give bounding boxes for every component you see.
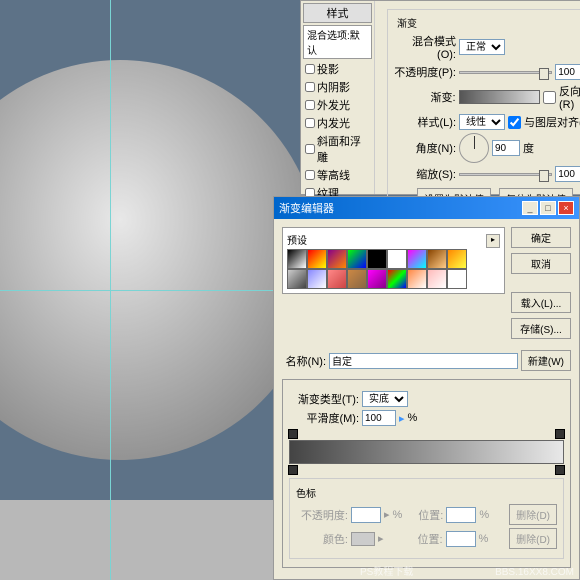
- grad-type-label: 渐变类型(T):: [289, 391, 359, 407]
- name-input[interactable]: [329, 353, 518, 369]
- gradient-label: 渐变:: [394, 89, 456, 105]
- opacity-stop-right[interactable]: [555, 429, 565, 439]
- color-stop-right[interactable]: [555, 465, 565, 475]
- style-item-2[interactable]: 外发光: [303, 96, 372, 114]
- blend-mode-label: 混合模式(O):: [394, 33, 456, 61]
- angle-label: 角度(N):: [394, 140, 456, 156]
- bottom-watermark-url: BBS.16XX8.COM: [495, 567, 574, 578]
- preset-box: 预设 ▸: [282, 227, 505, 294]
- smooth-label: 平滑度(M):: [289, 410, 359, 426]
- style-checkbox[interactable]: [305, 82, 315, 92]
- dialog-title: 渐变编辑器: [279, 200, 334, 216]
- gradient-preview[interactable]: [459, 90, 540, 104]
- opacity-input[interactable]: [555, 64, 580, 80]
- swatch-17[interactable]: [447, 269, 467, 289]
- colorstop-title: 色标: [296, 485, 557, 500]
- opacity-label: 不透明度(P):: [394, 64, 456, 80]
- preset-menu-button[interactable]: ▸: [486, 234, 500, 248]
- swatch-5[interactable]: [387, 249, 407, 269]
- canvas-sphere: [0, 60, 320, 460]
- angle-input[interactable]: [492, 140, 520, 156]
- style-checkbox[interactable]: [305, 100, 315, 110]
- swatch-15[interactable]: [407, 269, 427, 289]
- style-checkbox[interactable]: [305, 118, 315, 128]
- delete-stop-button: 删除(D): [509, 504, 557, 525]
- minimize-button[interactable]: _: [522, 201, 538, 215]
- reverse-checkbox[interactable]: [543, 91, 556, 104]
- opacity-stop-left[interactable]: [288, 429, 298, 439]
- scale-slider[interactable]: [459, 173, 552, 176]
- gradient-editor-dialog: 渐变编辑器 _ □ × 预设 ▸ 确定 取消 载入(L)... 存储(S)...…: [273, 196, 580, 580]
- color-stop-left[interactable]: [288, 465, 298, 475]
- style-item-4[interactable]: 斜面和浮雕: [303, 132, 372, 166]
- gradient-group-title: 渐变: [394, 15, 420, 30]
- style-label: 样式(L):: [394, 114, 456, 130]
- cancel-button[interactable]: 取消: [511, 253, 571, 274]
- swatch-11[interactable]: [327, 269, 347, 289]
- new-button[interactable]: 新建(W): [521, 350, 571, 371]
- angle-dial[interactable]: [459, 133, 489, 163]
- delete-stop2-button: 删除(D): [509, 528, 557, 549]
- preset-swatches: [287, 249, 467, 289]
- swatch-8[interactable]: [447, 249, 467, 269]
- swatch-2[interactable]: [327, 249, 347, 269]
- ok-button[interactable]: 确定: [511, 227, 571, 248]
- titlebar[interactable]: 渐变编辑器 _ □ ×: [274, 197, 579, 219]
- name-label: 名称(N):: [282, 353, 326, 369]
- stop-pos2-input: [446, 531, 476, 547]
- style-select[interactable]: 线性: [459, 114, 505, 130]
- swatch-16[interactable]: [427, 269, 447, 289]
- save-button[interactable]: 存储(S)...: [511, 318, 571, 339]
- style-checkbox[interactable]: [305, 170, 315, 180]
- swatch-10[interactable]: [307, 269, 327, 289]
- grad-type-select[interactable]: 实底: [362, 391, 408, 407]
- style-item-3[interactable]: 内发光: [303, 114, 372, 132]
- opacity-slider[interactable]: [459, 71, 552, 74]
- blend-mode-select[interactable]: 正常: [459, 39, 505, 55]
- swatch-13[interactable]: [367, 269, 387, 289]
- close-button[interactable]: ×: [558, 201, 574, 215]
- style-item-0[interactable]: 投影: [303, 60, 372, 78]
- smooth-input[interactable]: [362, 410, 396, 426]
- swatch-7[interactable]: [427, 249, 447, 269]
- align-checkbox[interactable]: [508, 116, 521, 129]
- swatch-1[interactable]: [307, 249, 327, 269]
- preset-label: 预设: [287, 232, 307, 247]
- swatch-4[interactable]: [367, 249, 387, 269]
- style-item-1[interactable]: 内阴影: [303, 78, 372, 96]
- gradient-bar[interactable]: [289, 440, 564, 464]
- maximize-button[interactable]: □: [540, 201, 556, 215]
- style-checkbox[interactable]: [305, 64, 315, 74]
- scale-input[interactable]: [555, 166, 580, 182]
- swatch-12[interactable]: [347, 269, 367, 289]
- swatch-0[interactable]: [287, 249, 307, 269]
- style-checkbox[interactable]: [305, 144, 315, 154]
- scale-label: 缩放(S):: [394, 166, 456, 182]
- load-button[interactable]: 载入(L)...: [511, 292, 571, 313]
- swatch-14[interactable]: [387, 269, 407, 289]
- style-item-5[interactable]: 等高线: [303, 166, 372, 184]
- blend-options-default[interactable]: 混合选项:默认: [303, 25, 372, 59]
- stop-color-swatch: [351, 532, 375, 546]
- swatch-3[interactable]: [347, 249, 367, 269]
- styles-header: 样式: [303, 3, 372, 23]
- swatch-9[interactable]: [287, 269, 307, 289]
- stop-pos-input: [446, 507, 476, 523]
- bottom-watermark: PS教程下载: [360, 563, 413, 578]
- swatch-6[interactable]: [407, 249, 427, 269]
- layer-style-panel: 样式 混合选项:默认 投影内阴影外发光内发光斜面和浮雕等高线纹理光泽颜色叠加 渐…: [300, 0, 580, 195]
- stop-opacity-input: [351, 507, 381, 523]
